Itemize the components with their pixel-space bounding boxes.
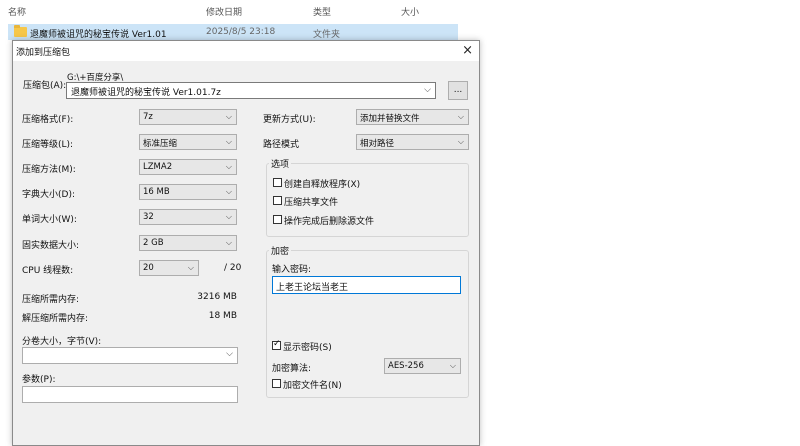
chevron-down-icon: ⌵	[225, 212, 232, 221]
delete-source-checkbox[interactable]	[273, 215, 282, 224]
sfx-checkbox[interactable]	[273, 178, 282, 187]
method-select[interactable]: LZMA2 ⌵	[139, 159, 237, 175]
chevron-down-icon[interactable]: ⌵	[424, 85, 431, 95]
encryption-method-value: AES-256	[388, 361, 424, 371]
params-input[interactable]	[22, 386, 238, 403]
close-button[interactable]: ×	[462, 43, 473, 58]
path-mode-select[interactable]: 相对路径 ⌵	[356, 134, 469, 150]
word-size-value: 32	[143, 212, 154, 222]
dictionary-select[interactable]: 16 MB ⌵	[139, 184, 237, 200]
path-mode-label: 路径模式	[263, 140, 300, 150]
add-to-archive-dialog: 添加到压缩包 × 压缩包(A): G:\+百度分享\ 退魔师被诅咒的秘宝传说 V…	[12, 40, 480, 446]
encryption-method-select[interactable]: AES-256 ⌵	[384, 358, 461, 374]
params-label: 参数(P):	[22, 375, 56, 385]
folder-icon	[14, 25, 27, 37]
chevron-down-icon: ⌵	[225, 162, 232, 171]
update-mode-value: 添加并替换文件	[360, 114, 420, 124]
file-list-header: 名称 ^ 修改日期 类型 大小	[0, 0, 800, 22]
dictionary-value: 16 MB	[143, 187, 170, 197]
cpu-threads-label: CPU 线程数:	[22, 266, 74, 276]
update-mode-label: 更新方式(U):	[263, 115, 316, 125]
cpu-threads-select[interactable]: 20 ⌵	[139, 260, 199, 276]
compress-memory-value: 3216 MB	[197, 292, 237, 302]
compress-memory-label: 压缩所需内存:	[22, 295, 80, 305]
chevron-down-icon: ⌵	[457, 112, 464, 121]
chevron-down-icon: ⌵	[449, 361, 456, 370]
solid-size-select[interactable]: 2 GB ⌵	[139, 235, 237, 251]
decompress-memory-label: 解压缩所需内存:	[22, 314, 89, 324]
show-password-label: 显示密码(S)	[283, 343, 332, 353]
sort-ascending-icon: ^	[100, 0, 108, 7]
chevron-down-icon: ⌵	[457, 137, 464, 146]
cpu-threads-value: 20	[143, 263, 154, 273]
solid-size-label: 固实数据大小:	[22, 241, 80, 251]
level-value: 标准压缩	[143, 139, 178, 149]
encrypt-names-label: 加密文件名(N)	[283, 381, 342, 391]
file-name: 退魔师被诅咒的秘宝传说 Ver1.01	[30, 30, 167, 40]
file-type: 文件夹	[313, 30, 341, 40]
shared-files-checkbox[interactable]	[273, 196, 282, 205]
solid-size-value: 2 GB	[143, 238, 164, 248]
dictionary-label: 字典大小(D):	[22, 190, 75, 200]
encryption-method-label: 加密算法:	[272, 364, 312, 374]
column-size[interactable]: 大小	[401, 5, 419, 18]
encryption-title: 加密	[269, 244, 292, 257]
split-size-select[interactable]: ⌵	[22, 347, 238, 364]
decompress-memory-value: 18 MB	[208, 311, 237, 321]
method-label: 压缩方法(M):	[22, 165, 76, 175]
format-label: 压缩格式(F):	[22, 115, 74, 125]
column-name[interactable]: 名称	[8, 5, 26, 18]
chevron-down-icon: ⌵	[225, 137, 232, 146]
browse-button[interactable]: ...	[448, 81, 468, 100]
file-date: 2025/8/5 23:18	[206, 27, 276, 37]
options-title: 选项	[269, 157, 292, 170]
show-password-checkbox[interactable]	[272, 339, 281, 350]
column-modified[interactable]: 修改日期	[206, 5, 242, 18]
word-size-label: 单词大小(W):	[22, 215, 77, 225]
format-select[interactable]: 7z ⌵	[139, 109, 237, 125]
file-row-selected[interactable]: 退魔师被诅咒的秘宝传说 Ver1.01 2025/8/5 23:18 文件夹	[8, 24, 458, 40]
word-size-select[interactable]: 32 ⌵	[139, 209, 237, 225]
dialog-title: 添加到压缩包	[16, 48, 71, 58]
archive-name-value: 退魔师被诅咒的秘宝传说 Ver1.01.7z	[71, 88, 221, 98]
delete-source-label: 操作完成后删除源文件	[284, 217, 375, 227]
method-value: LZMA2	[143, 162, 173, 172]
format-value: 7z	[143, 112, 153, 122]
archive-name-input[interactable]: 退魔师被诅咒的秘宝传说 Ver1.01.7z ⌵	[66, 82, 436, 99]
encrypt-names-checkbox[interactable]	[272, 379, 281, 388]
shared-files-label: 压缩共享文件	[284, 198, 339, 208]
chevron-down-icon: ⌵	[225, 187, 232, 196]
level-select[interactable]: 标准压缩 ⌵	[139, 134, 237, 150]
password-value: 上老王论坛当老王	[276, 283, 349, 293]
chevron-down-icon: ⌵	[225, 112, 232, 121]
update-mode-select[interactable]: 添加并替换文件 ⌵	[356, 109, 469, 125]
chevron-down-icon: ⌵	[187, 263, 194, 272]
column-type[interactable]: 类型	[313, 5, 331, 18]
path-mode-value: 相对路径	[360, 139, 395, 149]
chevron-down-icon: ⌵	[226, 349, 233, 359]
split-label: 分卷大小，字节(V):	[22, 337, 102, 347]
level-label: 压缩等级(L):	[22, 140, 74, 150]
password-input[interactable]: 上老王论坛当老王	[272, 276, 461, 294]
password-label: 输入密码:	[272, 265, 312, 275]
dialog-titlebar: 添加到压缩包 ×	[13, 41, 479, 61]
cpu-threads-max: / 20	[224, 263, 242, 273]
sfx-label: 创建自释放程序(X)	[284, 180, 361, 190]
archive-label: 压缩包(A):	[23, 81, 67, 91]
chevron-down-icon: ⌵	[225, 238, 232, 247]
